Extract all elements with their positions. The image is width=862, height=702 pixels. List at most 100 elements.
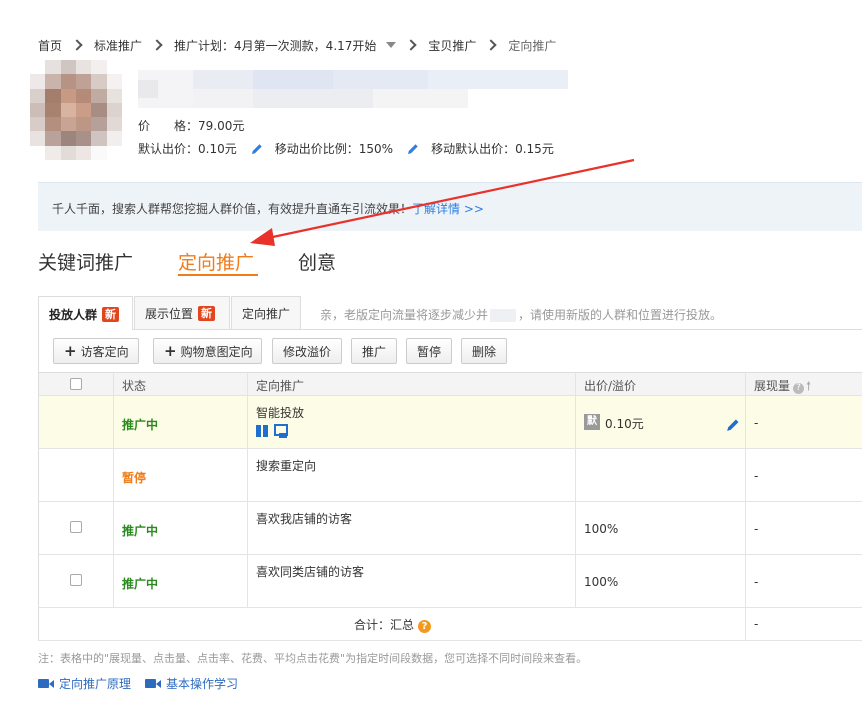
row-status-cell: 推广中 — [114, 502, 248, 554]
row-bid-cell: 默 0.10元 — [576, 396, 746, 448]
targeting-principle-link[interactable]: 定向推广原理 — [38, 675, 131, 692]
subtab-targeting-label: 定向推广 — [242, 306, 291, 321]
row-bid-cell[interactable]: 100% — [576, 555, 746, 607]
basic-operation-link[interactable]: 基本操作学习 — [145, 675, 238, 692]
subtab-hint-tail: ，请使用新版的人群和位置进行投放。 — [518, 308, 723, 322]
default-bid-label: 默认出价： — [138, 142, 199, 156]
add-visitor-targeting-label: 访客定向 — [80, 344, 129, 359]
row-checkbox[interactable] — [70, 574, 82, 586]
summary-value-cell: - — [746, 608, 862, 640]
row-select-cell — [39, 502, 114, 554]
header-select-all-cell — [39, 373, 114, 395]
row-select-cell — [39, 555, 114, 607]
header-bid-cell: 出价/溢价 — [576, 373, 746, 395]
chevron-right-icon — [71, 39, 83, 51]
chevron-right-icon — [151, 39, 163, 51]
edit-premium-label: 修改溢价 — [283, 344, 332, 359]
help-links: 定向推广原理 基本操作学习 — [38, 675, 252, 692]
row-select-cell — [39, 449, 114, 501]
table-row[interactable]: 推广中 智能投放 默 0.10元 - — [38, 396, 862, 449]
header-targeting-cell: 定向推广 — [248, 373, 576, 395]
new-badge: 新 — [198, 305, 216, 321]
breadcrumb-plan-name[interactable]: 4月第一次测款，4.17开始 — [234, 37, 376, 54]
targeting-name: 喜欢同类店铺的访客 — [256, 565, 365, 579]
bid-value: 0.10元 — [605, 417, 644, 431]
default-bid-icon: 默 — [584, 414, 600, 430]
subtab-audience[interactable]: 投放人群新 — [38, 296, 133, 331]
hint-blurred-text — [490, 309, 517, 322]
dropdown-caret-icon[interactable] — [386, 42, 397, 48]
table-row[interactable]: 暂停 搜索重定向 - — [38, 449, 862, 502]
subtab-placement-label: 展示位置 — [145, 306, 194, 321]
tab-targeted-promotion[interactable]: 定向推广 — [178, 248, 254, 275]
subtab-placement[interactable]: 展示位置新 — [134, 296, 230, 329]
subtab-targeting[interactable]: 定向推广 — [231, 296, 301, 329]
edit-pencil-icon[interactable] — [726, 418, 740, 432]
action-toolbar: + 访客定向 + 购物意图定向 修改溢价 推广 暂停 删除 — [38, 330, 862, 372]
tab-keyword-promotion[interactable]: 关键词推广 — [38, 248, 133, 275]
promote-button[interactable]: 推广 — [351, 338, 397, 364]
promote-label: 推广 — [362, 344, 387, 359]
edit-pencil-icon[interactable] — [251, 143, 263, 155]
add-visitor-targeting-button[interactable]: + 访客定向 — [53, 338, 139, 364]
notice-learn-more-link[interactable]: 了解详情 >> — [412, 202, 484, 216]
summary-group: 合计：汇总? — [354, 616, 432, 633]
table-row[interactable]: 推广中 喜欢我店铺的访客 100% - — [38, 502, 862, 555]
breadcrumb: 首页 标准推广 推广计划： 4月第一次测款，4.17开始 宝贝推广 定向推广 — [38, 37, 556, 53]
default-bid-value: 0.10元 — [198, 142, 237, 156]
help-icon[interactable]: ? — [418, 620, 432, 633]
status-active: 推广中 — [122, 577, 159, 591]
summary-label: 合计：汇总 — [354, 618, 415, 632]
row-bid-cell[interactable]: 100% — [576, 502, 746, 554]
summary-label-cell: 合计：汇总? — [39, 608, 746, 640]
mobile-default-label: 移动默认出价： — [431, 142, 516, 156]
row-name-cell: 喜欢我店铺的访客 — [248, 502, 576, 554]
video-camera-icon — [38, 679, 54, 688]
active-tab-underline — [178, 274, 258, 276]
plus-icon: + — [64, 341, 77, 360]
edit-premium-button[interactable]: 修改溢价 — [272, 338, 342, 364]
price-value: 79.00元 — [198, 119, 245, 133]
product-thumbnail[interactable] — [30, 60, 122, 160]
sort-up-icon[interactable]: 🠕 — [806, 379, 811, 393]
targeting-name: 智能投放 — [256, 406, 305, 420]
edit-pencil-icon[interactable] — [407, 143, 419, 155]
table-footnote: 注：表格中的"展现量、点击量、点击率、花费、平均点击花费"为指定时间段数据，您可… — [38, 652, 588, 665]
pause-button[interactable]: 暂停 — [406, 338, 452, 364]
help-icon[interactable]: ? — [793, 383, 805, 394]
row-status-cell: 暂停 — [114, 449, 248, 501]
chevron-right-icon — [485, 39, 498, 51]
add-purchase-targeting-label: 购物意图定向 — [180, 344, 253, 359]
row-name-cell: 搜索重定向 — [248, 449, 576, 501]
row-select-cell — [39, 396, 114, 448]
delete-button[interactable]: 删除 — [461, 338, 507, 364]
premium-value: 100% — [584, 575, 619, 589]
row-bid-cell — [576, 449, 746, 501]
subtab-hint: 亲，老版定向流量将逐步减少并 ，请使用新版的人群和位置进行投放。 — [320, 306, 722, 323]
select-all-checkbox[interactable] — [70, 378, 82, 390]
product-price: 价 格：79.00元 — [138, 117, 244, 134]
product-title-blurred — [138, 70, 568, 108]
add-purchase-targeting-button[interactable]: + 购物意图定向 — [153, 338, 262, 364]
breadcrumb-home[interactable]: 首页 — [38, 37, 62, 54]
breadcrumb-current: 定向推广 — [508, 38, 557, 53]
device-icons — [256, 424, 288, 438]
status-paused: 暂停 — [122, 471, 147, 485]
impressions-value: - — [754, 469, 759, 483]
delete-label: 删除 — [472, 344, 497, 359]
table-row[interactable]: 推广中 喜欢同类店铺的访客 100% - — [38, 555, 862, 608]
mobile-default-value: 0.15元 — [515, 142, 554, 156]
tab-creative[interactable]: 创意 — [298, 248, 336, 275]
table-header: 状态 定向推广 出价/溢价 展现量? 🠕 — [38, 372, 862, 396]
mobile-ratio-value: 150% — [358, 141, 394, 156]
row-impressions-cell: - — [746, 449, 862, 501]
header-impressions-cell[interactable]: 展现量? 🠕 — [746, 373, 862, 395]
impressions-value: - — [754, 522, 759, 536]
breadcrumb-item[interactable]: 宝贝推广 — [428, 37, 476, 54]
row-checkbox[interactable] — [70, 521, 82, 533]
row-name-cell: 喜欢同类店铺的访客 — [248, 555, 576, 607]
breadcrumb-standard[interactable]: 标准推广 — [94, 37, 142, 54]
subtab-audience-label: 投放人群 — [49, 307, 98, 322]
header-bid: 出价/溢价 — [584, 379, 637, 393]
targeting-name: 搜索重定向 — [256, 459, 317, 473]
